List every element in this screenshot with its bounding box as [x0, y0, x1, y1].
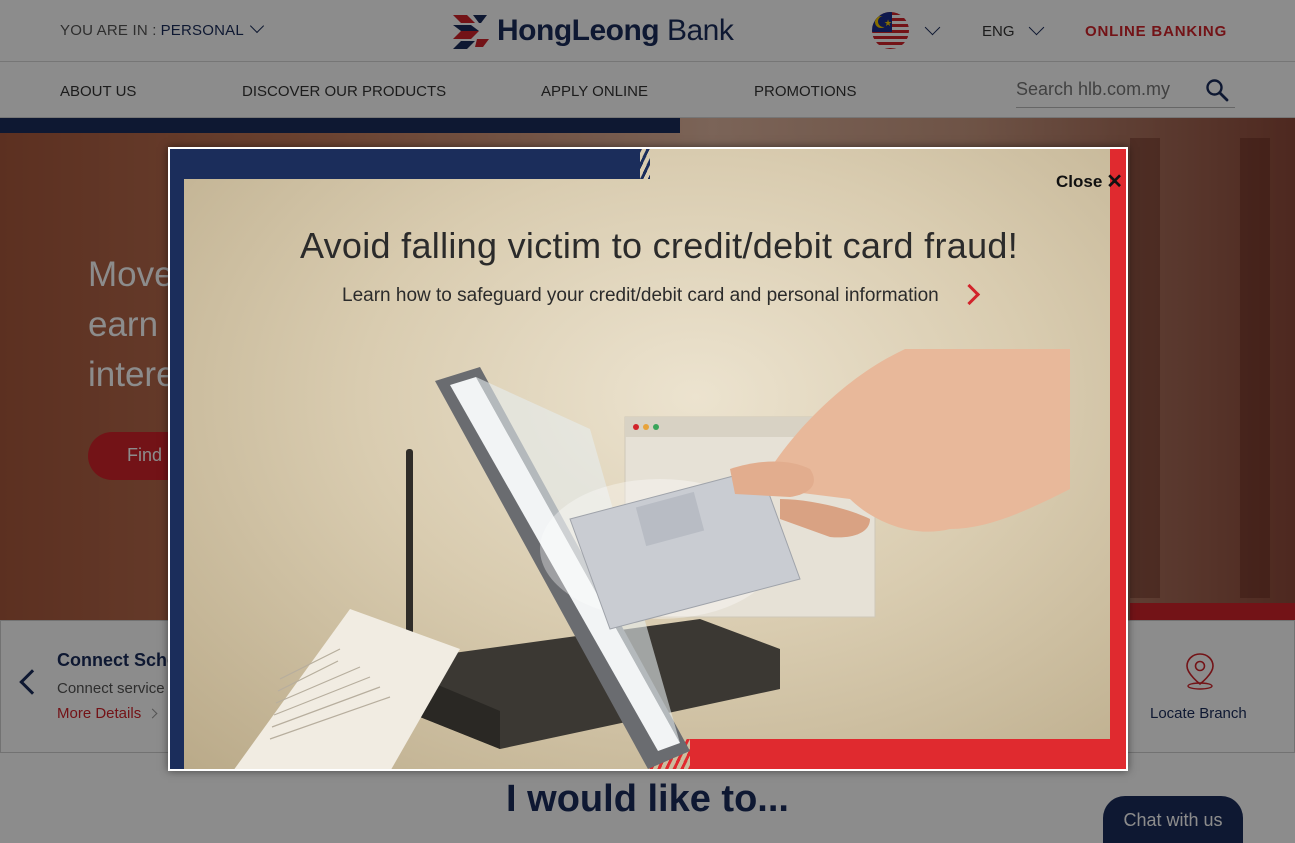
close-label: Close [1056, 172, 1103, 191]
card-payment-illustration [234, 349, 1070, 769]
banner-hatch-pattern [600, 149, 650, 179]
banner-navy-stripe [170, 149, 640, 179]
modal-title: Avoid falling victim to credit/debit car… [299, 225, 1019, 266]
promo-modal: Avoid falling victim to credit/debit car… [168, 147, 1128, 771]
chevron-right-icon[interactable] [958, 283, 981, 306]
fraud-awareness-banner[interactable]: Avoid falling victim to credit/debit car… [170, 149, 1126, 769]
close-button[interactable]: Close ✕ [1056, 168, 1123, 193]
modal-subtitle[interactable]: Learn how to safeguard your credit/debit… [342, 285, 939, 307]
close-icon[interactable]: ✕ [1106, 171, 1123, 193]
